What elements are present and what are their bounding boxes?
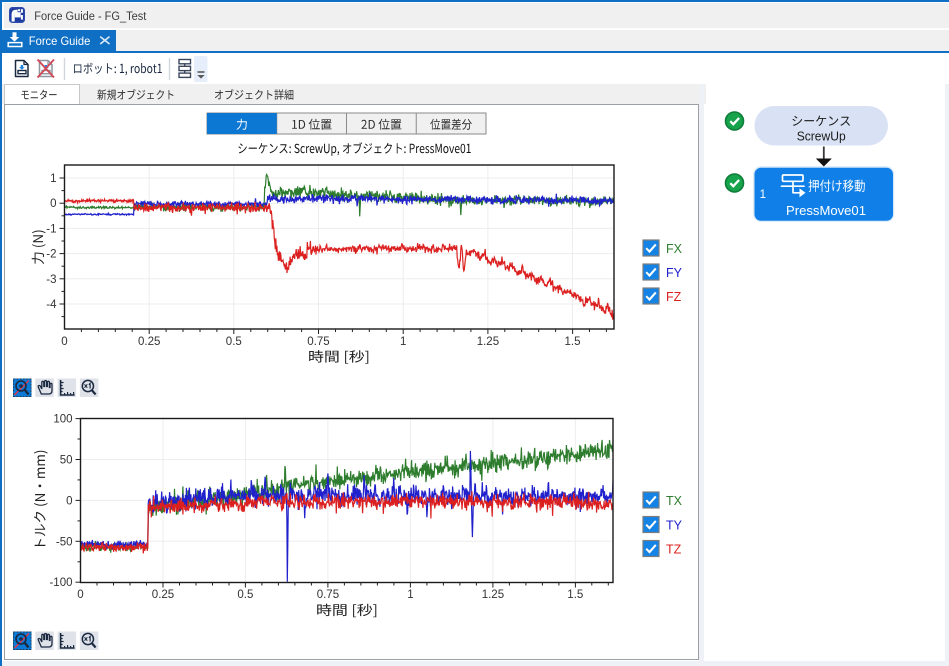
svg-text:-3: -3 — [46, 274, 56, 286]
svg-text:1.25: 1.25 — [477, 336, 499, 348]
svg-text:0.75: 0.75 — [307, 336, 329, 348]
svg-text:-4: -4 — [46, 299, 57, 311]
svg-text:FX: FX — [666, 242, 683, 256]
svg-text:50: 50 — [60, 455, 73, 467]
svg-text:1: 1 — [50, 173, 56, 185]
svg-text:Force Guide: Force Guide — [29, 34, 91, 48]
svg-text:0.5: 0.5 — [237, 589, 253, 601]
svg-text:ScrewUp: ScrewUp — [797, 130, 846, 144]
svg-text:0.75: 0.75 — [317, 589, 339, 601]
svg-text:1.5: 1.5 — [565, 336, 581, 348]
svg-text:1: 1 — [760, 189, 766, 201]
svg-text:0: 0 — [66, 495, 72, 507]
svg-text:0.25: 0.25 — [152, 589, 174, 601]
svg-text:0.25: 0.25 — [138, 336, 160, 348]
svg-text:-100: -100 — [49, 577, 72, 589]
svg-text:PressMove01: PressMove01 — [786, 204, 866, 218]
svg-text:-2: -2 — [46, 249, 56, 261]
svg-text:0.5: 0.5 — [226, 336, 242, 348]
svg-text:1: 1 — [400, 336, 406, 348]
svg-text:Force Guide - FG_Test: Force Guide - FG_Test — [34, 9, 147, 23]
svg-text:1.25: 1.25 — [482, 589, 504, 601]
svg-text:1.5: 1.5 — [567, 589, 583, 601]
svg-text:-1: -1 — [46, 223, 56, 235]
svg-text:TZ: TZ — [666, 543, 682, 557]
svg-text:0: 0 — [77, 589, 83, 601]
svg-text:FZ: FZ — [666, 290, 682, 304]
svg-text:1: 1 — [407, 589, 413, 601]
svg-text:TY: TY — [666, 519, 683, 533]
svg-text:100: 100 — [53, 414, 72, 426]
svg-text:-50: -50 — [56, 536, 73, 548]
svg-text:0: 0 — [50, 198, 56, 210]
svg-text:FY: FY — [666, 266, 683, 280]
svg-text:TX: TX — [666, 494, 683, 508]
svg-text:0: 0 — [61, 336, 67, 348]
